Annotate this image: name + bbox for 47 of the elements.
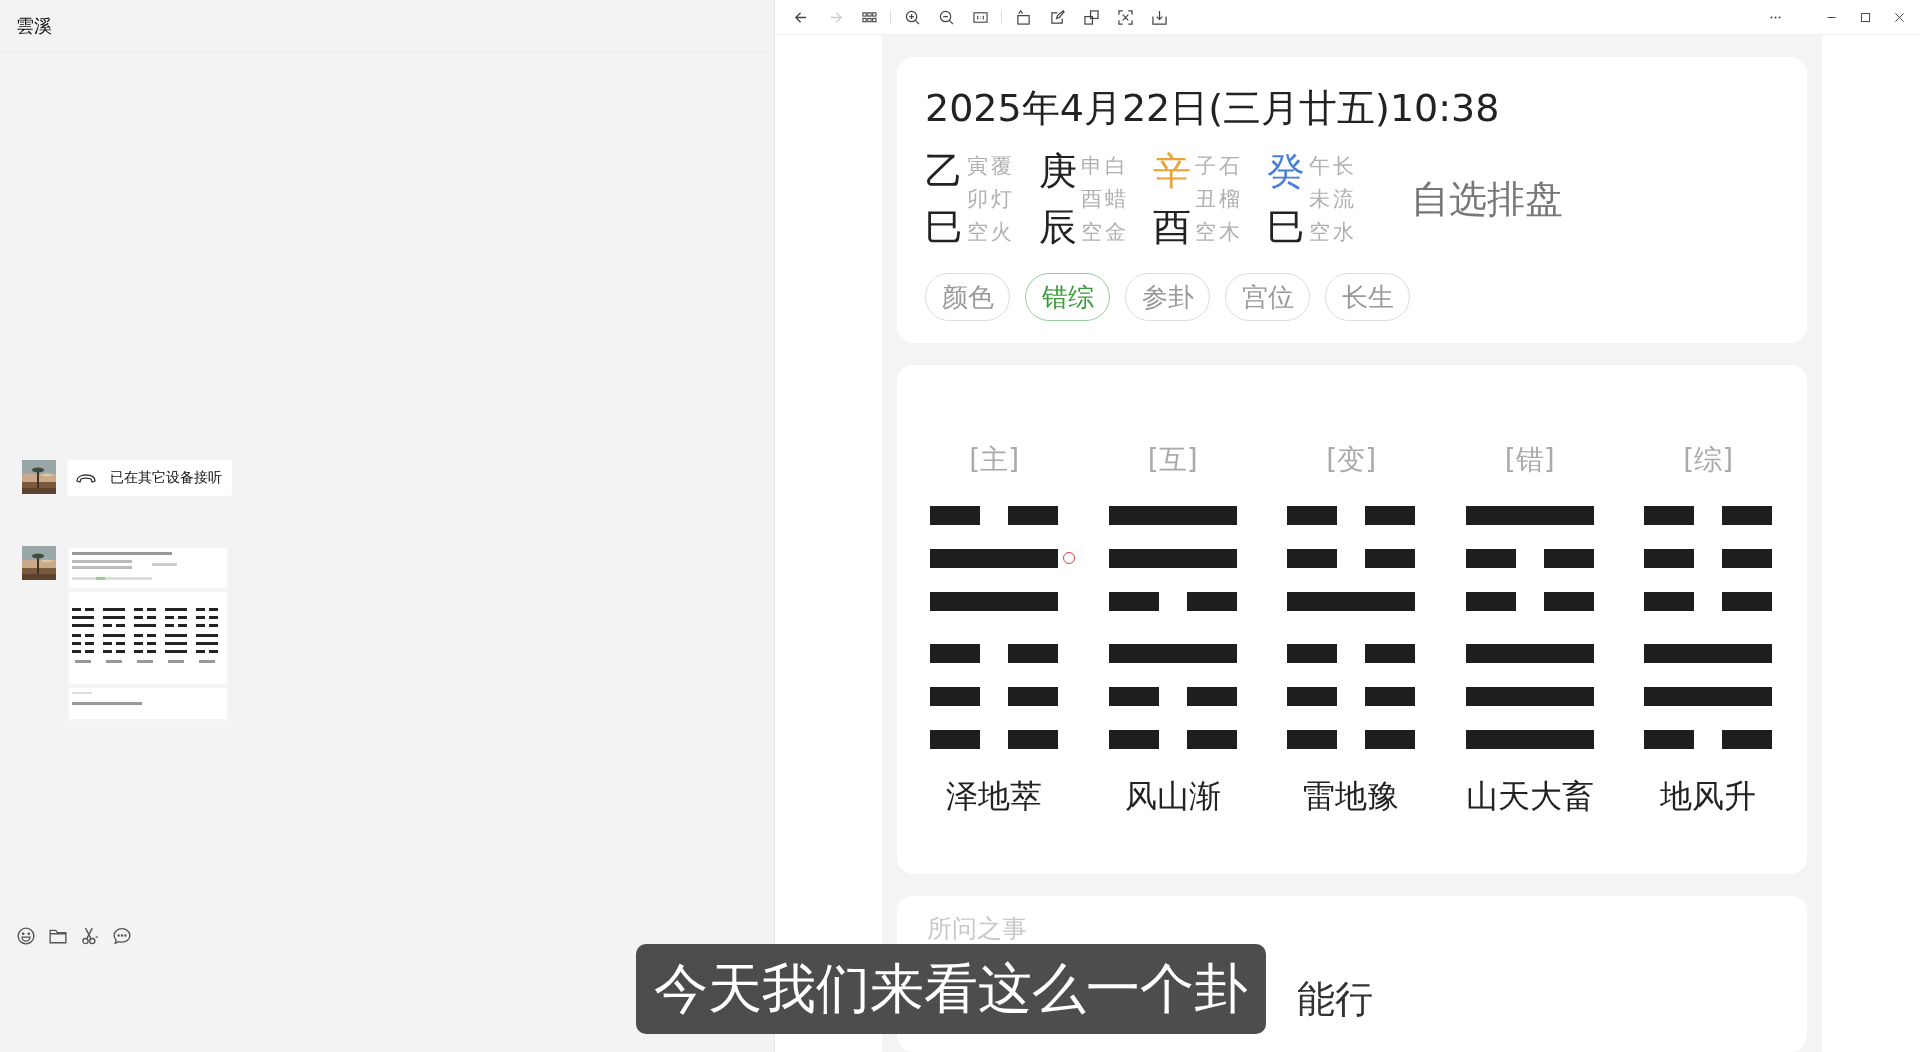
pillar-note: 丑榴 (1195, 185, 1243, 213)
pillar-note: 卯灯 (967, 185, 1015, 213)
chat-bubble-icon[interactable] (113, 927, 131, 945)
earthly-branch: 酉 (1153, 204, 1191, 251)
hexagram-name: 地风升 (1660, 776, 1757, 817)
hexagram-name: 山天大畜 (1465, 776, 1594, 817)
heavenly-stem: 乙 (925, 148, 963, 195)
option-tab[interactable]: 参卦 (1125, 273, 1210, 321)
hexagram-name: 泽地萃 (946, 776, 1043, 817)
hexagram-label: [变] (1326, 442, 1377, 478)
pillar-note: 午长 (1309, 152, 1357, 180)
date-time: 2025年4月22日(三月廿五)10:38 (925, 85, 1501, 132)
scissors-icon[interactable] (81, 927, 99, 945)
hexagram-label: [互] (1147, 442, 1198, 478)
pillar-note: 空木 (1195, 218, 1243, 246)
question-text: 能行 (1297, 976, 1373, 1022)
option-tab[interactable]: 宫位 (1225, 273, 1310, 321)
pillar-note: 申白 (1081, 152, 1129, 180)
pillar-note: 空火 (967, 218, 1015, 246)
pillar-note: 空金 (1081, 218, 1129, 246)
pillar-note: 空水 (1309, 218, 1357, 246)
hexagram-label: [主] (969, 442, 1020, 478)
pillar-note: 寅覆 (967, 152, 1015, 180)
option-tab[interactable]: 长生 (1325, 273, 1410, 321)
call-message[interactable]: 已在其它设备接听 (67, 460, 232, 496)
pillar-note: 子石 (1195, 152, 1243, 180)
heavenly-stem: 癸 (1267, 148, 1305, 195)
earthly-branch: 巳 (925, 204, 963, 251)
pillar-note: 未流 (1309, 185, 1357, 213)
hexagram-name: 风山渐 (1124, 776, 1221, 817)
hexagram-label: [综] (1683, 442, 1734, 478)
screenshot-thumbnail-drawing[interactable] (67, 546, 229, 721)
chat-title: 雲溪 (16, 14, 52, 38)
earthly-branch: 辰 (1039, 204, 1077, 251)
heavenly-stem: 辛 (1153, 148, 1191, 195)
option-tab[interactable]: 颜色 (925, 273, 1010, 321)
folder-icon[interactable] (49, 927, 67, 945)
video-subtitle: 今天我们来看这么一个卦 (636, 944, 1266, 1034)
earthly-branch: 巳 (1267, 204, 1305, 251)
emoji-icon[interactable] (17, 927, 35, 945)
phone-icon (76, 473, 96, 483)
hexagram-name: 雷地豫 (1303, 776, 1400, 817)
pillar-note: 酉蜡 (1081, 185, 1129, 213)
heavenly-stem: 庚 (1039, 148, 1077, 195)
option-tab[interactable]: 错综 (1025, 273, 1110, 321)
custom-chart-link[interactable]: 自选排盘 (1411, 173, 1563, 225)
hexagram-label: [错] (1504, 442, 1555, 478)
